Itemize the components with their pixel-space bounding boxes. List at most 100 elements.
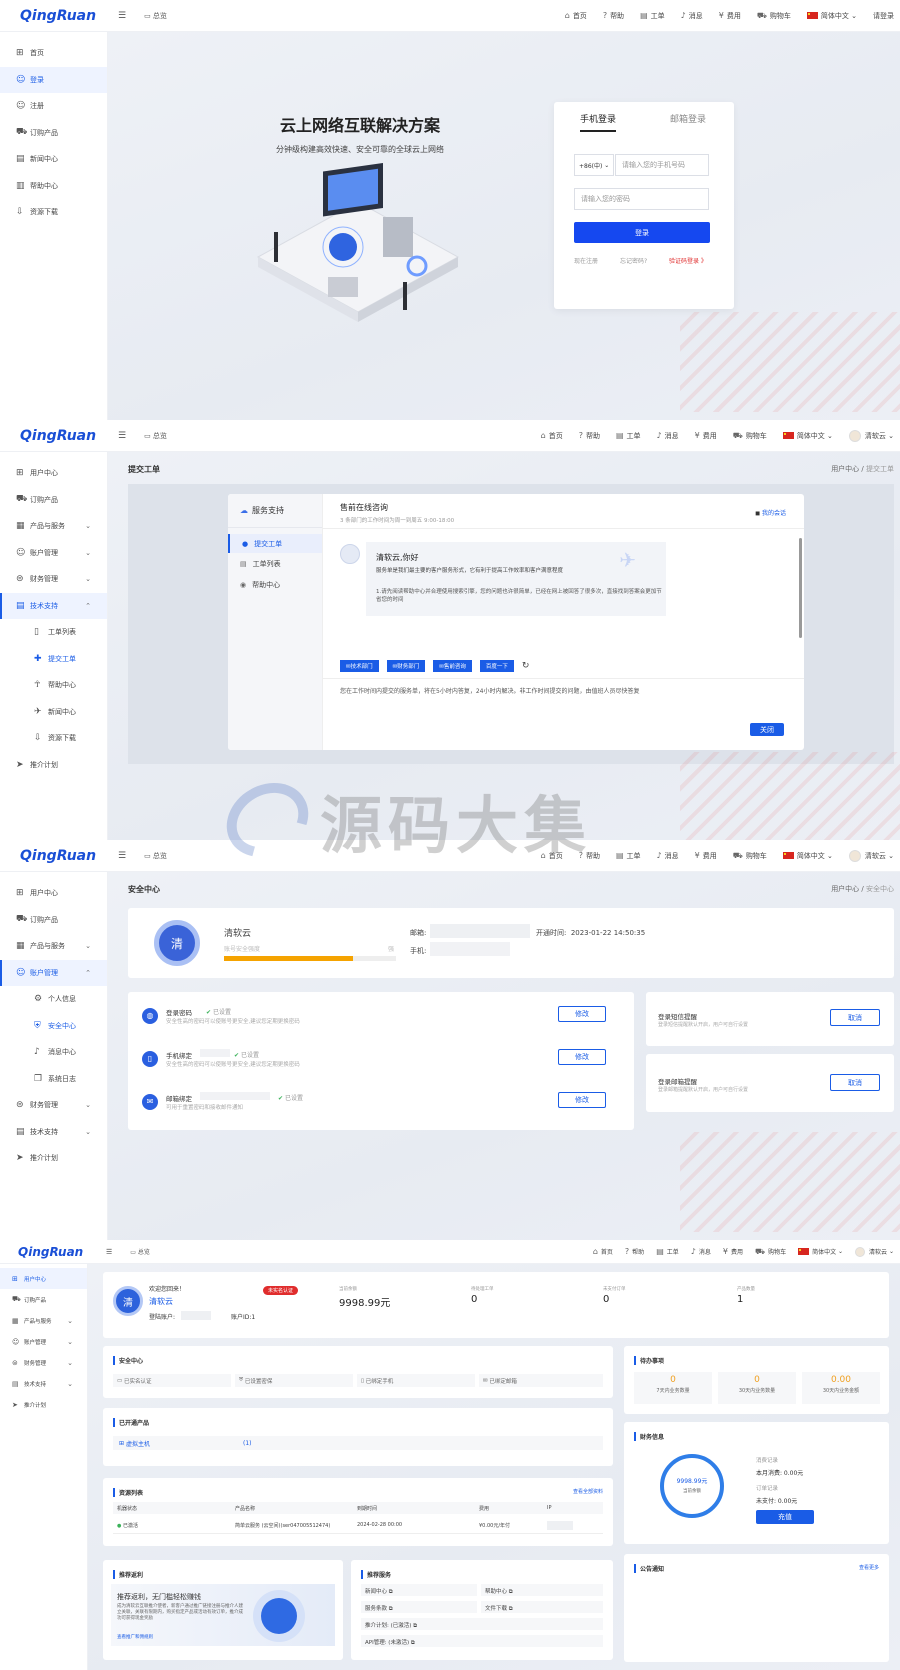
sidebar-item-logs[interactable]: ❐ 系统日志 bbox=[0, 1066, 107, 1093]
tab-email-login[interactable]: 邮箱登录 bbox=[670, 112, 706, 125]
user-menu[interactable]: 清软云 ⌄ bbox=[848, 429, 894, 442]
sidebar-item-products[interactable]: ▦ 产品与服务 ⌄ bbox=[0, 933, 107, 960]
logo[interactable]: QingRuan bbox=[0, 1245, 88, 1259]
dept-button-finance[interactable]: ✉财务部门 bbox=[386, 660, 426, 672]
nav-fee[interactable]: ¥ 费用 bbox=[695, 431, 717, 441]
sidebar-item-profile[interactable]: ⚙ 个人信息 bbox=[0, 986, 107, 1013]
menu-toggle-icon[interactable]: ☰ bbox=[118, 851, 126, 861]
sidebar-item-referral[interactable]: ➤ 推介计划 bbox=[0, 1145, 107, 1172]
sidebar-item-products[interactable]: ▦ 产品与服务 ⌄ bbox=[0, 513, 107, 540]
sidebar-item-news[interactable]: ✈ 新闻中心 bbox=[0, 699, 107, 726]
refresh-icon[interactable]: ↻ bbox=[522, 661, 530, 671]
svc-download[interactable]: 文件下载 ⧉ bbox=[481, 1601, 603, 1613]
baidu-button[interactable]: 百度一下 bbox=[479, 660, 514, 672]
svc-api[interactable]: API管理: (未激活) ⧉ bbox=[361, 1635, 603, 1647]
nav-fee[interactable]: ¥ 费用 bbox=[695, 851, 717, 861]
overview-link[interactable]: ▭ 总览 bbox=[130, 1247, 150, 1256]
nav-ticket[interactable]: ▤ 工单 bbox=[656, 1247, 679, 1256]
dept-button-presale[interactable]: ✉售前咨询 bbox=[433, 660, 472, 672]
menu-toggle-icon[interactable]: ☰ bbox=[118, 11, 126, 21]
sidebar-item-register[interactable]: ☺ 注册 bbox=[0, 93, 107, 120]
sidebar-item-order[interactable]: ⛟ 订购产品 bbox=[0, 1289, 87, 1310]
sidebar-item-user-center[interactable]: ⊞ 用户中心 bbox=[0, 460, 107, 487]
nav-ticket[interactable]: ▤ 工单 bbox=[616, 431, 641, 441]
nav-home[interactable]: ⌂ 首页 bbox=[541, 851, 563, 861]
forgot-password-link[interactable]: 忘记密码? bbox=[620, 256, 647, 265]
sidebar-item-security[interactable]: ⛨ 安全中心 bbox=[0, 1013, 107, 1040]
tab-phone-login[interactable]: 手机登录 bbox=[580, 112, 616, 125]
sidebar-item-order[interactable]: ⛟ 订购产品 bbox=[0, 907, 107, 934]
svc-referral[interactable]: 推介计划: (已激活) ⧉ bbox=[361, 1618, 603, 1630]
nav-home[interactable]: ⌂ 首页 bbox=[541, 431, 563, 441]
sidebar-item-referral[interactable]: ➤ 推介计划 bbox=[0, 1394, 87, 1415]
sidebar-item-news[interactable]: ▤ 新闻中心 bbox=[0, 146, 107, 173]
nav-message[interactable]: ♪ 消息 bbox=[657, 431, 679, 441]
user-menu[interactable]: 清软云 ⌄ bbox=[848, 849, 894, 862]
language-select[interactable]: 简体中文 ⌄ bbox=[806, 11, 857, 21]
language-select[interactable]: 简体中文 ⌄ bbox=[782, 431, 833, 441]
nav-help[interactable]: ? 帮助 bbox=[625, 1247, 644, 1256]
nav-cart[interactable]: ⛟ 购物车 bbox=[755, 1247, 786, 1257]
language-select[interactable]: 简体中文 ⌄ bbox=[798, 1247, 843, 1256]
modify-button[interactable]: 修改 bbox=[558, 1092, 606, 1108]
sidebar-item-support[interactable]: ▤ 技术支持 ⌃ bbox=[0, 592, 107, 619]
chat-scrollbar[interactable] bbox=[799, 538, 802, 638]
sidebar-item-login[interactable]: ☺ 登录 bbox=[0, 66, 107, 93]
logo[interactable]: QingRuan bbox=[0, 428, 100, 444]
table-row[interactable]: ● 已激活 简单云服务 (云空间)(ser047005512474) 2024-… bbox=[113, 1518, 603, 1534]
sidebar-item-home[interactable]: ⊞ 首页 bbox=[0, 40, 107, 67]
product-row[interactable]: ⊞ 虚拟主机 (1) bbox=[113, 1436, 603, 1450]
sidebar-item-download[interactable]: ⇩ 资源下载 bbox=[0, 725, 107, 752]
nav-home[interactable]: ⌂ 首页 bbox=[565, 11, 587, 21]
sec-verified[interactable]: ▭ 已实名认证 bbox=[113, 1374, 231, 1387]
breadcrumb-item[interactable]: 用户中心 bbox=[831, 885, 859, 893]
sidebar-item-products[interactable]: ▦ 产品与服务 ⌄ bbox=[0, 1310, 87, 1331]
overview-link[interactable]: ▭ 总览 bbox=[144, 431, 167, 441]
nav-help[interactable]: ? 帮助 bbox=[579, 851, 600, 861]
nav-ticket[interactable]: ▤ 工单 bbox=[616, 851, 641, 861]
login-link[interactable]: 请登录 bbox=[873, 11, 894, 21]
sidebar-item-account[interactable]: ☺ 账户管理 ⌃ bbox=[0, 959, 107, 986]
sidebar-item-account[interactable]: ☺ 账户管理 ⌄ bbox=[0, 1331, 87, 1352]
logo[interactable]: QingRuan bbox=[0, 848, 100, 864]
menu-submit-ticket[interactable]: ● 提交工单 bbox=[228, 534, 322, 553]
todo-30day-amount[interactable]: 0.00 30天内业务金额 bbox=[802, 1372, 880, 1404]
language-select[interactable]: 简体中文 ⌄ bbox=[782, 851, 833, 861]
menu-ticket-list[interactable]: ▤ 工单列表 bbox=[228, 553, 322, 574]
sidebar-item-user-center[interactable]: ⊞ 用户中心 bbox=[0, 1268, 87, 1289]
cancel-button[interactable]: 取消 bbox=[830, 1074, 880, 1091]
nav-help[interactable]: ? 帮助 bbox=[603, 11, 624, 21]
nav-fee[interactable]: ¥ 费用 bbox=[719, 11, 741, 21]
nav-cart[interactable]: ⛟ 购物车 bbox=[733, 851, 767, 861]
sidebar-item-finance[interactable]: ⊜ 财务管理 ⌄ bbox=[0, 566, 107, 593]
view-all-link[interactable]: 查看全部资料 bbox=[573, 1488, 603, 1495]
sidebar-item-user-center[interactable]: ⊞ 用户中心 bbox=[0, 880, 107, 907]
nav-fee[interactable]: ¥ 费用 bbox=[723, 1247, 743, 1256]
menu-toggle-icon[interactable]: ☰ bbox=[106, 1248, 112, 1256]
dept-button-tech[interactable]: ✉技术部门 bbox=[340, 660, 379, 672]
menu-help[interactable]: ◉ 帮助中心 bbox=[228, 574, 322, 595]
sidebar-item-support[interactable]: ▤ 技术支持 ⌄ bbox=[0, 1119, 107, 1146]
todo-30day[interactable]: 0 30天内业务数量 bbox=[718, 1372, 796, 1404]
verify-badge[interactable]: 未实名认证 bbox=[263, 1286, 299, 1295]
my-sessions-link[interactable]: ◼ 我的会话 bbox=[755, 508, 786, 517]
sidebar-item-account[interactable]: ☺ 账户管理 ⌄ bbox=[0, 540, 107, 567]
nav-help[interactable]: ? 帮助 bbox=[579, 431, 600, 441]
cancel-button[interactable]: 取消 bbox=[830, 1009, 880, 1026]
nav-message[interactable]: ♪ 消息 bbox=[681, 11, 703, 21]
code-login-link[interactable]: 验证码登录 》 bbox=[669, 256, 707, 265]
close-button[interactable]: 关闭 bbox=[750, 723, 784, 736]
user-menu[interactable]: 清软云 ⌄ bbox=[855, 1246, 894, 1257]
nav-cart[interactable]: ⛟ 购物车 bbox=[733, 431, 767, 441]
nav-message[interactable]: ♪ 消息 bbox=[691, 1247, 711, 1256]
todo-7day[interactable]: 0 7天内业务数量 bbox=[634, 1372, 712, 1404]
modify-button[interactable]: 修改 bbox=[558, 1049, 606, 1065]
breadcrumb-item[interactable]: 用户中心 bbox=[831, 465, 859, 473]
sidebar-item-help[interactable]: ☥ 帮助中心 bbox=[0, 672, 107, 699]
sidebar-item-download[interactable]: ⇩ 资源下载 bbox=[0, 199, 107, 226]
menu-toggle-icon[interactable]: ☰ bbox=[118, 431, 126, 441]
sidebar-item-help[interactable]: ▥ 帮助中心 bbox=[0, 173, 107, 200]
sidebar-item-support[interactable]: ▤ 技术支持 ⌄ bbox=[0, 1373, 87, 1394]
sidebar-item-order[interactable]: ⛟ 订购产品 bbox=[0, 487, 107, 514]
promo-rules-link[interactable]: 查看推广和佣规则 bbox=[117, 1634, 153, 1640]
